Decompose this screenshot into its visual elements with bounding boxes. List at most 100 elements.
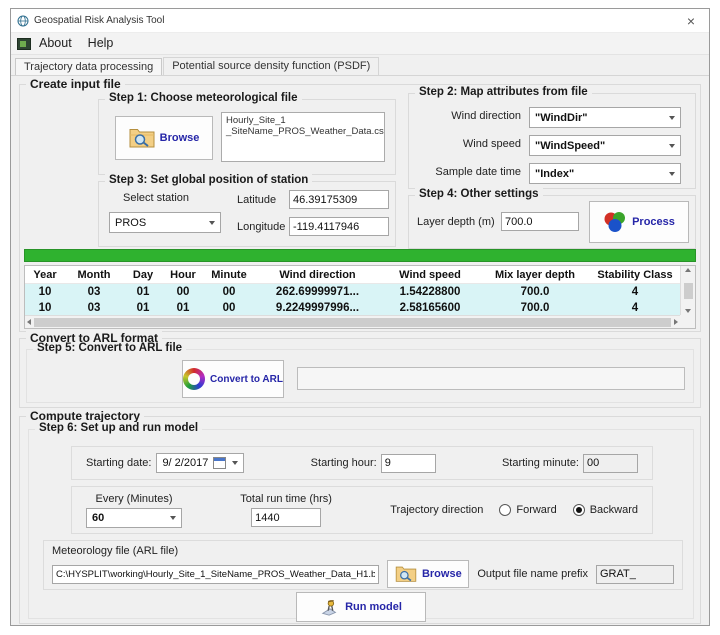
step4-legend: Step 4: Other settings	[415, 188, 543, 200]
table-row[interactable]: 10 03 01 00 00 262.69999971... 1.5422880…	[25, 284, 680, 300]
process-button[interactable]: Process	[589, 201, 689, 243]
close-icon[interactable]: ×	[679, 13, 703, 29]
start-time-panel: Starting date: 9/ 2/2017 Starting hour:	[71, 446, 653, 480]
window-title: Geospatial Risk Analysis Tool	[34, 15, 679, 26]
scrollbar-corner	[680, 315, 695, 328]
weather-data-table: Year Month Day Hour Minute Wind directio…	[24, 265, 696, 329]
chevron-down-icon	[669, 116, 675, 120]
step3-group: Step 3: Set global position of station S…	[98, 181, 396, 247]
menu-help[interactable]: Help	[84, 35, 122, 52]
step5-group: Step 5: Convert to ARL file Convert to A…	[26, 349, 694, 403]
browse-meteo-file-label: Browse	[160, 132, 200, 144]
cell-mix-layer-depth: 700.0	[480, 286, 590, 298]
wind-speed-label: Wind speed	[409, 138, 521, 150]
compute-trajectory-group: Compute trajectory Step 6: Set up and ru…	[19, 416, 701, 624]
hscroll-thumb[interactable]	[34, 318, 671, 327]
run-model-label: Run model	[345, 601, 402, 613]
longitude-field[interactable]	[289, 217, 389, 236]
layer-depth-field[interactable]	[501, 212, 579, 231]
scroll-up-icon[interactable]	[685, 268, 691, 272]
cell-year: 10	[25, 286, 65, 298]
step6-legend: Step 6: Set up and run model	[35, 422, 202, 434]
col-day[interactable]: Day	[123, 269, 163, 281]
folder-search-icon	[129, 127, 155, 149]
backward-radio[interactable]: Backward	[573, 504, 638, 516]
browse-arl-file-button[interactable]: Browse	[387, 560, 469, 588]
chevron-down-icon	[669, 144, 675, 148]
radio-checked-icon	[573, 504, 585, 516]
folder-search-icon	[395, 565, 417, 583]
forward-radio[interactable]: Forward	[499, 504, 556, 516]
scroll-down-icon[interactable]	[685, 309, 691, 313]
station-value: PROS	[115, 217, 146, 229]
vertical-scrollbar[interactable]	[680, 266, 695, 315]
col-wind-speed[interactable]: Wind speed	[380, 269, 480, 281]
rgb-spheres-icon	[603, 210, 627, 234]
col-mix-layer-depth[interactable]: Mix layer depth	[480, 269, 590, 281]
latitude-field[interactable]	[289, 190, 389, 209]
calendar-icon	[213, 457, 226, 469]
arl-file-panel: Meteorology file (ARL file) Browse Outpu…	[43, 540, 683, 590]
tab-psdf[interactable]: Potential source density function (PSDF)	[163, 57, 379, 75]
starting-date-label: Starting date:	[86, 457, 151, 469]
wind-direction-select[interactable]: "WindDir"	[529, 107, 681, 128]
latitude-label: Latitude	[237, 194, 276, 206]
total-run-time-field[interactable]	[251, 508, 321, 527]
col-wind-direction[interactable]: Wind direction	[255, 269, 380, 281]
convert-to-arl-button[interactable]: Convert to ARL	[182, 360, 284, 398]
convert-progress-bar	[297, 367, 685, 390]
col-minute[interactable]: Minute	[203, 269, 255, 281]
output-prefix-label: Output file name prefix	[477, 568, 588, 580]
wind-speed-select[interactable]: "WindSpeed"	[529, 135, 681, 156]
starting-date-picker[interactable]: 9/ 2/2017	[156, 453, 244, 473]
starting-date-value: 9/ 2/2017	[162, 457, 208, 469]
every-minutes-select[interactable]: 60	[86, 508, 182, 528]
cell-hour: 01	[163, 302, 203, 314]
menu-about[interactable]: About	[35, 35, 80, 52]
menu-bar: About Help	[11, 33, 709, 55]
table-row[interactable]: 10 03 01 01 00 9.2249997996... 2.5816560…	[25, 300, 680, 315]
scroll-right-icon[interactable]	[674, 319, 678, 325]
chevron-down-icon	[170, 516, 176, 520]
met-file-path-field[interactable]	[52, 565, 379, 584]
cell-wind-direction: 262.69999971...	[255, 286, 380, 298]
starting-hour-field[interactable]	[381, 454, 436, 473]
process-label: Process	[632, 216, 675, 228]
sample-date-time-select[interactable]: "Index"	[529, 163, 681, 184]
station-select[interactable]: PROS	[109, 212, 221, 233]
trajectory-direction-label: Trajectory direction	[390, 504, 483, 516]
col-hour[interactable]: Hour	[163, 269, 203, 281]
cell-month: 03	[65, 302, 123, 314]
horizontal-scrollbar[interactable]	[25, 315, 680, 328]
run-model-button[interactable]: Run model	[296, 592, 426, 622]
output-prefix-field[interactable]	[596, 565, 674, 584]
cell-wind-speed: 1.54228800	[380, 286, 480, 298]
title-bar: Geospatial Risk Analysis Tool ×	[11, 9, 709, 33]
table-body: Year Month Day Hour Minute Wind directio…	[25, 266, 680, 315]
met-file-label: Meteorology file (ARL file)	[52, 545, 674, 557]
starting-minute-field[interactable]	[583, 454, 638, 473]
longitude-label: Longitude	[237, 221, 285, 233]
step4-group: Step 4: Other settings Layer depth (m) P…	[408, 195, 696, 249]
convert-arl-group: Convert to ARL format Step 5: Convert to…	[19, 338, 701, 408]
col-year[interactable]: Year	[25, 269, 65, 281]
step2-legend: Step 2: Map attributes from file	[415, 86, 592, 98]
table-header-row: Year Month Day Hour Minute Wind directio…	[25, 266, 680, 284]
cell-mix-layer-depth: 700.0	[480, 302, 590, 314]
cell-stability-class: 4	[590, 286, 680, 298]
starting-minute-label: Starting minute:	[502, 457, 579, 469]
col-month[interactable]: Month	[65, 269, 123, 281]
vscroll-thumb[interactable]	[684, 283, 693, 299]
step1-legend: Step 1: Choose meteorological file	[105, 92, 302, 104]
cell-wind-speed: 2.58165600	[380, 302, 480, 314]
total-run-time-label: Total run time (hrs)	[240, 493, 332, 505]
col-stability-class[interactable]: Stability Class	[590, 269, 680, 281]
every-minutes-value: 60	[92, 512, 104, 524]
step1-group: Step 1: Choose meteorological file Brows…	[98, 99, 396, 175]
scroll-left-icon[interactable]	[27, 319, 31, 325]
wind-direction-value: "WindDir"	[535, 112, 588, 124]
run-settings-panel: Every (Minutes) 60 Total run time (hrs) …	[71, 486, 653, 534]
globe-icon	[17, 15, 29, 27]
tab-trajectory-data-processing[interactable]: Trajectory data processing	[15, 58, 162, 76]
browse-meteo-file-button[interactable]: Browse	[115, 116, 213, 160]
